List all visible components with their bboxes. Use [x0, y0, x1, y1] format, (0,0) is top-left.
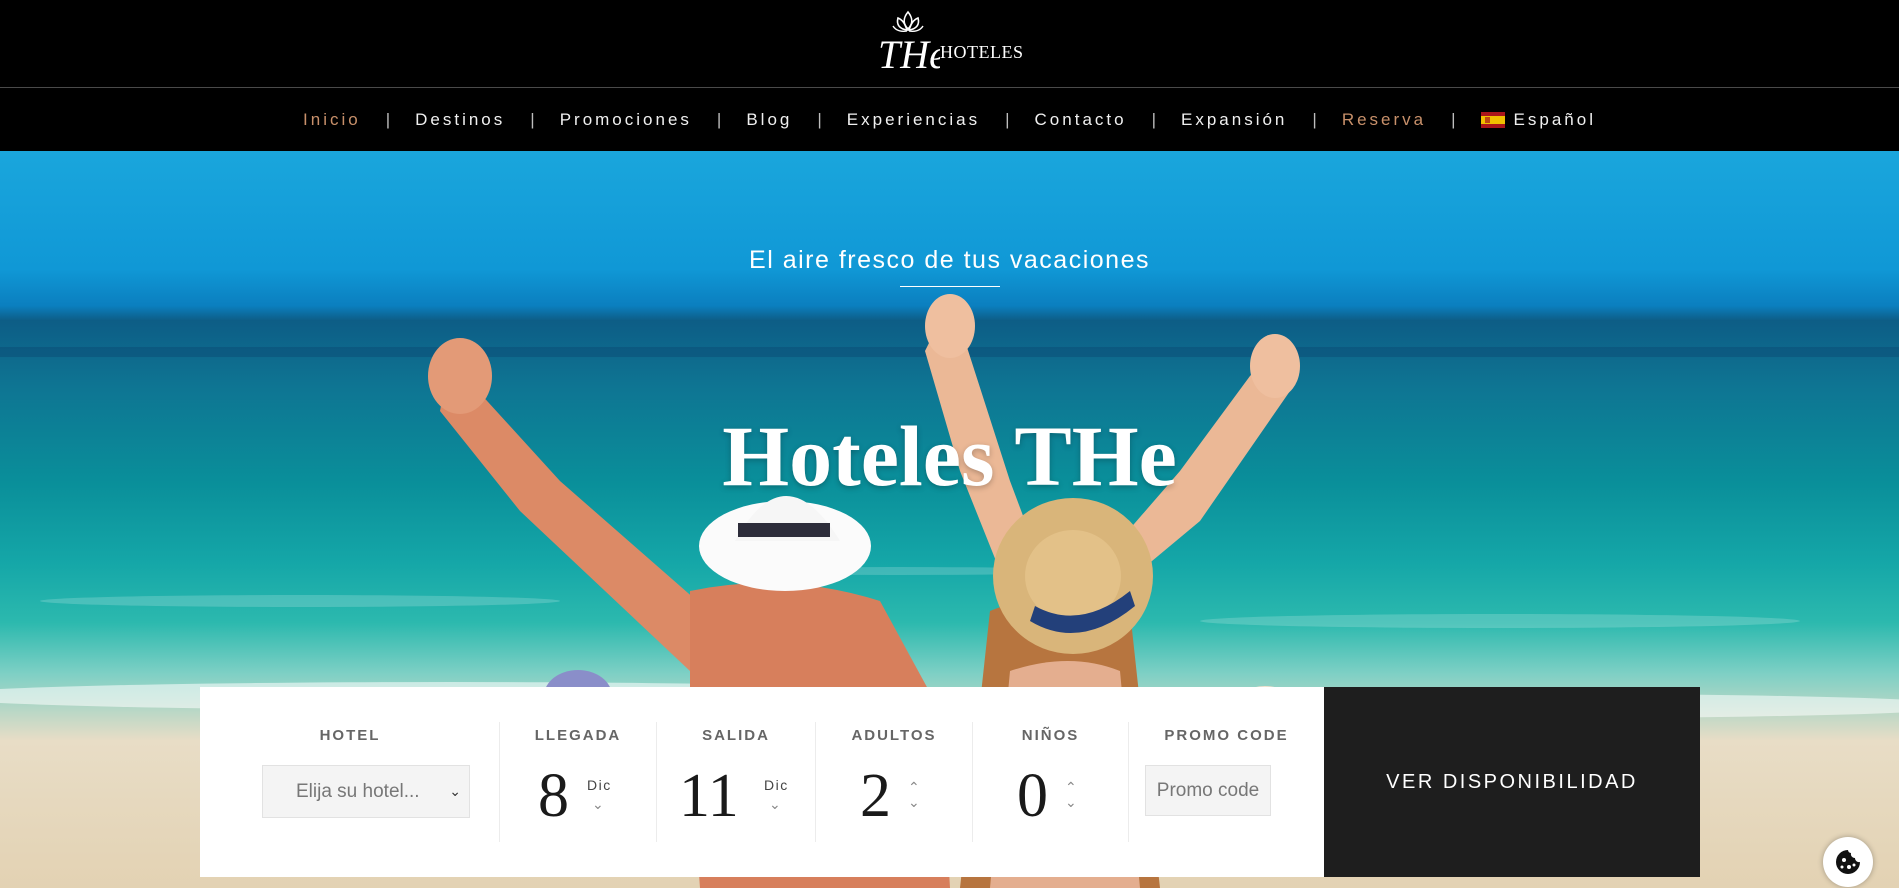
nav-separator: |: [1451, 110, 1456, 129]
departure-field[interactable]: SALIDA 11 Dic ⌄: [657, 687, 815, 877]
logo-monogram: THe: [878, 32, 940, 77]
brand-logo[interactable]: THe HOTELES: [876, 8, 1026, 80]
children-label: NIÑOS: [1021, 727, 1080, 744]
cookie-icon: [1836, 850, 1860, 874]
main-nav: Inicio | Destinos | Promociones | Blog |…: [0, 89, 1899, 151]
adults-value[interactable]: 2: [860, 765, 891, 827]
nav-item-reserva[interactable]: Reserva: [1342, 110, 1426, 130]
departure-day[interactable]: 11: [679, 765, 739, 827]
arrival-field[interactable]: LLEGADA 8 Dic ⌄: [500, 687, 656, 877]
lotus-logo-icon: THe: [878, 10, 940, 77]
check-availability-button[interactable]: VER DISPONIBILIDAD: [1324, 687, 1700, 877]
chevron-down-icon[interactable]: ⌄: [769, 797, 781, 811]
top-header: THe HOTELES: [0, 0, 1899, 88]
hero-title: Hoteles THe: [722, 408, 1177, 504]
nav-item-experiencias[interactable]: Experiencias: [847, 110, 980, 130]
nav-separator: |: [1151, 110, 1156, 129]
nav-item-promociones[interactable]: Promociones: [560, 110, 692, 130]
nav-separator: |: [817, 110, 822, 129]
spain-flag-icon: [1480, 112, 1505, 128]
nav-item-expansion[interactable]: Expansión: [1181, 110, 1287, 130]
chevron-down-icon[interactable]: ⌄: [1065, 795, 1077, 809]
nav-separator: |: [530, 110, 535, 129]
tagline-underline: [900, 286, 1000, 287]
logo-text: HOTELES: [940, 42, 1024, 62]
nav-separator: |: [716, 110, 722, 129]
children-value[interactable]: 0: [1017, 765, 1048, 827]
chevron-down-icon[interactable]: ⌄: [592, 797, 604, 811]
arrival-label: LLEGADA: [534, 727, 622, 744]
chevron-down-icon[interactable]: ⌄: [908, 795, 920, 809]
nav-separator: |: [1312, 110, 1317, 129]
booking-form: HOTEL Elija su hotel... ⌄ LLEGADA 8 Dic …: [200, 687, 1324, 877]
chevron-down-icon: ⌄: [449, 783, 461, 799]
language-label: Español: [1513, 110, 1596, 129]
adults-label: ADULTOS: [851, 727, 937, 744]
nav-item-destinos[interactable]: Destinos: [415, 110, 505, 130]
children-field: NIÑOS 0 ⌃ ⌄: [973, 687, 1128, 877]
departure-label: SALIDA: [702, 727, 770, 744]
promo-label: PROMO CODE: [1164, 727, 1289, 744]
promo-code-input[interactable]: Promo code: [1145, 765, 1271, 816]
chevron-up-icon[interactable]: ⌃: [1065, 780, 1077, 794]
nav-separator: |: [1005, 110, 1010, 129]
nav-item-contacto[interactable]: Contacto: [1035, 110, 1127, 130]
adults-field: ADULTOS 2 ⌃ ⌄: [816, 687, 972, 877]
nav-item-inicio[interactable]: Inicio: [303, 110, 361, 130]
hotel-select-placeholder: Elija su hotel...: [296, 780, 420, 802]
hotel-select[interactable]: Elija su hotel... ⌄: [262, 765, 470, 818]
nav-item-blog[interactable]: Blog: [746, 110, 792, 130]
nav-separator: |: [385, 110, 391, 129]
arrival-day[interactable]: 8: [538, 765, 569, 827]
hero-tagline: El aire fresco de tus vacaciones: [749, 246, 1150, 274]
chevron-up-icon[interactable]: ⌃: [908, 780, 920, 794]
hotel-field: HOTEL Elija su hotel... ⌄: [200, 687, 500, 877]
hotel-label: HOTEL: [319, 727, 381, 744]
cookie-settings-button[interactable]: [1823, 837, 1873, 887]
nav-item-language[interactable]: Español: [1480, 110, 1596, 130]
arrival-month: Dic: [587, 777, 612, 793]
departure-month: Dic: [764, 777, 789, 793]
